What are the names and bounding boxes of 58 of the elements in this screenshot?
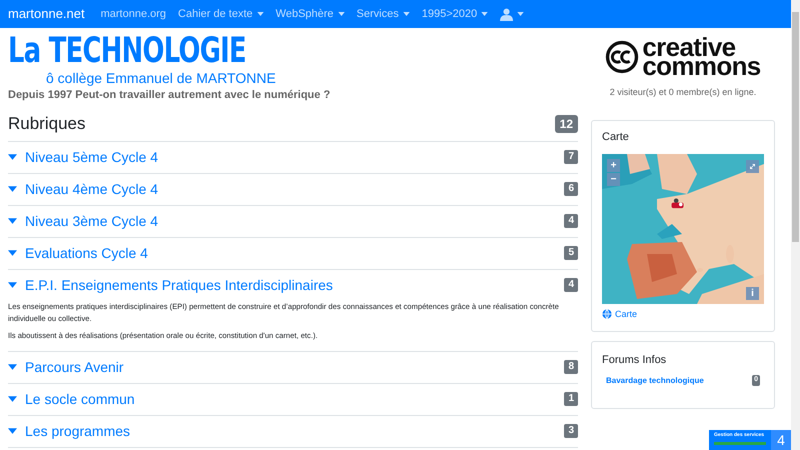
nav-link[interactable]: 1995>2020 xyxy=(422,6,488,22)
globe-icon xyxy=(602,309,612,320)
category-link[interactable]: Niveau 5ème Cycle 4 xyxy=(8,146,158,168)
zoom-in-button[interactable]: + xyxy=(607,158,620,172)
category-link[interactable]: Niveau 4ème Cycle 4 xyxy=(8,178,158,200)
count-badge: 8 xyxy=(564,360,578,374)
count-badge: 1 xyxy=(564,392,578,406)
scrollbar[interactable] xyxy=(791,0,800,450)
caret-icon[interactable] xyxy=(8,428,17,434)
count-badge: 5 xyxy=(564,246,578,260)
nav-link[interactable]: martonne.org xyxy=(100,6,166,22)
site-title: La TECHNOLOGIE xyxy=(8,32,246,70)
nav-link[interactable]: Services xyxy=(356,6,410,22)
brand-link[interactable]: martonne.net xyxy=(8,4,85,24)
category-link[interactable]: Parcours Avenir xyxy=(8,356,124,378)
caret-icon[interactable] xyxy=(517,12,524,16)
forum-link[interactable]: Bavardage technologique xyxy=(606,374,704,386)
caret-icon[interactable] xyxy=(8,282,17,288)
expand-icon xyxy=(749,162,756,170)
caret-icon[interactable] xyxy=(8,250,17,256)
zoom-out-button[interactable]: − xyxy=(607,172,620,186)
site-subtitle: ô collège Emmanuel de MARTONNE xyxy=(46,70,276,86)
nav-link[interactable]: WebSphère xyxy=(276,6,345,22)
user-menu[interactable] xyxy=(500,8,524,20)
count-badge: 4 xyxy=(564,278,578,292)
section-title: Rubriques xyxy=(8,113,86,135)
map-marker-icon[interactable] xyxy=(671,198,685,208)
category-link[interactable]: Evaluations Cycle 4 xyxy=(8,242,148,264)
count-badge: 7 xyxy=(564,150,578,164)
caret-icon[interactable] xyxy=(481,12,488,16)
nav-link[interactable]: Cahier de texte xyxy=(178,6,264,22)
logo-text: commons xyxy=(642,57,761,76)
category-link[interactable]: Niveau 3ème Cycle 4 xyxy=(8,210,158,232)
category-link[interactable]: E.P.I. Enseignements Pratiques Interdisciplinaires xyxy=(8,274,333,296)
caret-icon[interactable] xyxy=(402,12,410,16)
caret-icon[interactable] xyxy=(8,396,17,402)
caret-icon[interactable] xyxy=(338,12,345,16)
services-count: 4 xyxy=(771,430,791,450)
logo-text: creative xyxy=(642,38,736,57)
card-title: Carte xyxy=(602,130,630,145)
caret-icon[interactable] xyxy=(8,154,17,160)
count-badge: 3 xyxy=(564,424,578,438)
fullscreen-button[interactable] xyxy=(746,160,759,172)
map-link[interactable]: Carte xyxy=(602,308,764,321)
category-link[interactable]: Les programmes xyxy=(8,420,130,442)
count-badge: 12 xyxy=(554,114,578,133)
count-badge: 4 xyxy=(564,214,578,228)
cc-icon xyxy=(605,40,640,74)
visitor-count: 2 visiteur(s) et 0 membre(s) en ligne. xyxy=(610,86,756,99)
info-button[interactable]: i xyxy=(746,286,759,300)
category-link[interactable]: Le socle commun xyxy=(8,388,135,410)
count-badge: 6 xyxy=(564,182,578,196)
caret-icon[interactable] xyxy=(256,12,264,16)
caret-icon[interactable] xyxy=(8,218,17,224)
caret-icon[interactable] xyxy=(8,364,17,370)
caret-icon[interactable] xyxy=(8,186,17,192)
site-tagline: Depuis 1997 Peut-on travailler autrement avec le numérique ? xyxy=(8,88,330,103)
card-title: Forums Infos xyxy=(602,353,668,368)
